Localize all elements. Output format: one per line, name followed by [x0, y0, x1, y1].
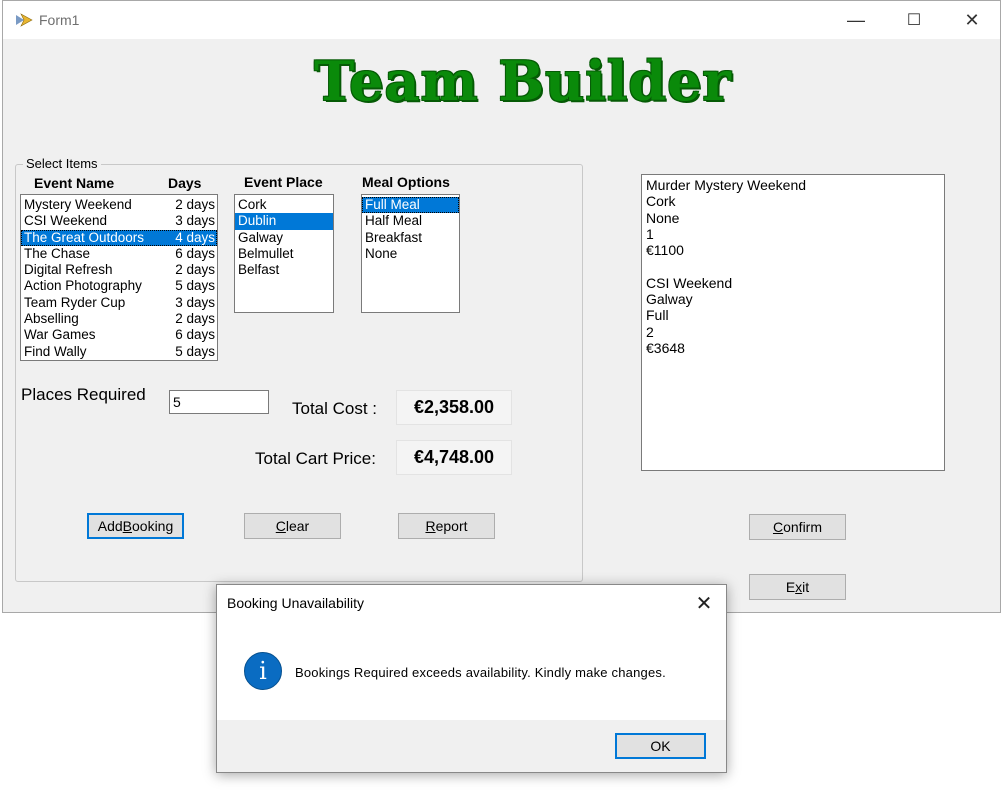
meal-option-item[interactable]: Full Meal [362, 197, 459, 214]
event-name: Abselling [24, 311, 79, 327]
cart-line: Cork [646, 193, 676, 210]
event-list-item[interactable]: Abselling 2 days [21, 311, 217, 327]
maximize-button[interactable]: ☐ [885, 1, 943, 39]
report-button[interactable]: Report [398, 513, 495, 539]
event-list-item[interactable]: The Chase 6 days [21, 246, 217, 262]
event-name: The Great Outdoors [24, 229, 145, 245]
exit-label-post: it [802, 579, 810, 595]
cart-line: 1 [646, 225, 654, 242]
title-bar[interactable]: Form1 — ☐ ✕ [3, 1, 1000, 39]
event-list-item[interactable]: War Games 6 days [21, 327, 217, 343]
cart-line: Full [646, 307, 669, 324]
minimize-button[interactable]: — [827, 1, 885, 39]
event-list-item[interactable]: The Great Outdoors 4 days [21, 229, 217, 246]
cart-line: 2 [646, 323, 654, 340]
exit-label-pre: E [785, 579, 796, 595]
info-icon: i [244, 652, 282, 690]
dialog-message: Bookings Required exceeds availability. … [295, 665, 666, 680]
event-list-item[interactable]: Mystery Weekend 2 days [21, 197, 217, 213]
report-label-key: R [425, 518, 436, 534]
add-booking-label-key: B [122, 518, 132, 534]
places-required-input[interactable] [169, 390, 269, 414]
places-required-label: Places Required [21, 385, 146, 404]
event-name: Find Wally [24, 343, 87, 359]
clear-label-post: lear [285, 518, 310, 534]
cart-line: €1100 [646, 242, 684, 259]
main-window: Form1 — ☐ ✕ Team Builder Select Items Ev… [2, 0, 1001, 613]
clear-button[interactable]: Clear [244, 513, 341, 539]
report-label-post: eport [435, 518, 468, 534]
cart-line: Murder Mystery Weekend [646, 177, 807, 193]
event-days: 6 days [175, 327, 215, 343]
total-cost-label: Total Cost : [292, 399, 378, 418]
event-days: 2 days [175, 197, 215, 212]
app-icon [16, 13, 33, 27]
event-list-item[interactable]: Digital Refresh 2 days [21, 262, 217, 278]
event-name: Team Ryder Cup [24, 294, 126, 310]
event-list-item[interactable]: Action Photography 5 days [21, 278, 217, 294]
booking-unavailability-dialog: Booking Unavailability ✕ i Bookings Requ… [216, 584, 727, 773]
close-button[interactable]: ✕ [943, 1, 1001, 39]
event-days: 4 days [175, 229, 215, 245]
cart-line: CSI Weekend [646, 274, 733, 291]
days-header: Days [168, 175, 202, 191]
meal-options-header: Meal Options [362, 174, 450, 190]
event-days: 6 days [175, 245, 215, 261]
event-days: 3 days [175, 294, 215, 310]
clear-label-key: C [275, 518, 286, 534]
cart-line: None [646, 209, 680, 226]
event-place-item[interactable]: Dublin [235, 213, 333, 230]
event-name: Mystery Weekend [24, 197, 132, 212]
event-name: War Games [24, 327, 96, 343]
add-booking-label-post: ooking [132, 518, 174, 534]
event-name: Digital Refresh [24, 262, 113, 278]
event-list-item[interactable]: Team Ryder Cup 3 days [21, 295, 217, 311]
dialog-title: Booking Unavailability [227, 595, 364, 611]
add-booking-button[interactable]: Add Booking [87, 513, 184, 539]
event-name-header: Event Name [34, 175, 115, 191]
event-days: 3 days [175, 213, 215, 229]
window-title: Form1 [39, 12, 80, 28]
exit-button[interactable]: Ex it [749, 574, 846, 600]
event-days: 5 days [175, 343, 215, 359]
total-cart-label: Total Cart Price: [255, 449, 376, 468]
event-days: 5 days [175, 278, 215, 294]
event-days: 2 days [175, 262, 215, 278]
event-name: CSI Weekend [24, 213, 108, 229]
event-days: 2 days [175, 311, 215, 327]
meal-option-item[interactable]: Breakfast [362, 230, 459, 246]
dialog-close-icon[interactable]: ✕ [689, 589, 719, 617]
event-list-item[interactable]: CSI Weekend 3 days [21, 213, 217, 229]
exit-label-key: x [795, 579, 803, 595]
event-place-list[interactable]: Cork Dublin Galway Belmullet Belfast [234, 194, 334, 313]
event-name: The Chase [24, 245, 91, 261]
event-place-item[interactable]: Cork [235, 197, 333, 213]
cart-line: €3648 [646, 339, 685, 356]
event-place-header: Event Place [244, 174, 323, 190]
add-booking-label-pre: Add [97, 518, 123, 534]
event-place-item[interactable]: Belmullet [235, 246, 333, 262]
event-place-item[interactable]: Galway [235, 230, 333, 246]
event-name: Action Photography [24, 278, 142, 294]
meal-options-list[interactable]: Full Meal Half Meal Breakfast None [361, 194, 460, 313]
total-cart-value: €4,748.00 [396, 440, 512, 475]
confirm-label-post: onfirm [783, 519, 823, 535]
group-caption: Select Items [23, 156, 101, 171]
event-place-item[interactable]: Belfast [235, 262, 333, 278]
cart-line: Galway [646, 291, 693, 308]
cart-line [646, 258, 940, 274]
cart-listbox[interactable]: Murder Mystery Weekend Cork None 1 €1100 CSI … [641, 174, 945, 471]
meal-option-item[interactable]: None [362, 246, 459, 262]
confirm-button[interactable]: Confirm [749, 514, 846, 540]
event-list[interactable]: Mystery Weekend 2 days CSI Weekend 3 days Th… [20, 194, 218, 361]
app-heading: Team Builder [314, 49, 732, 113]
total-cost-value: €2,358.00 [396, 390, 512, 425]
ok-button[interactable]: OK [615, 733, 706, 759]
confirm-label-key: C [772, 519, 784, 535]
meal-option-item[interactable]: Half Meal [362, 213, 459, 229]
event-list-item[interactable]: Find Wally 5 days [21, 344, 217, 360]
